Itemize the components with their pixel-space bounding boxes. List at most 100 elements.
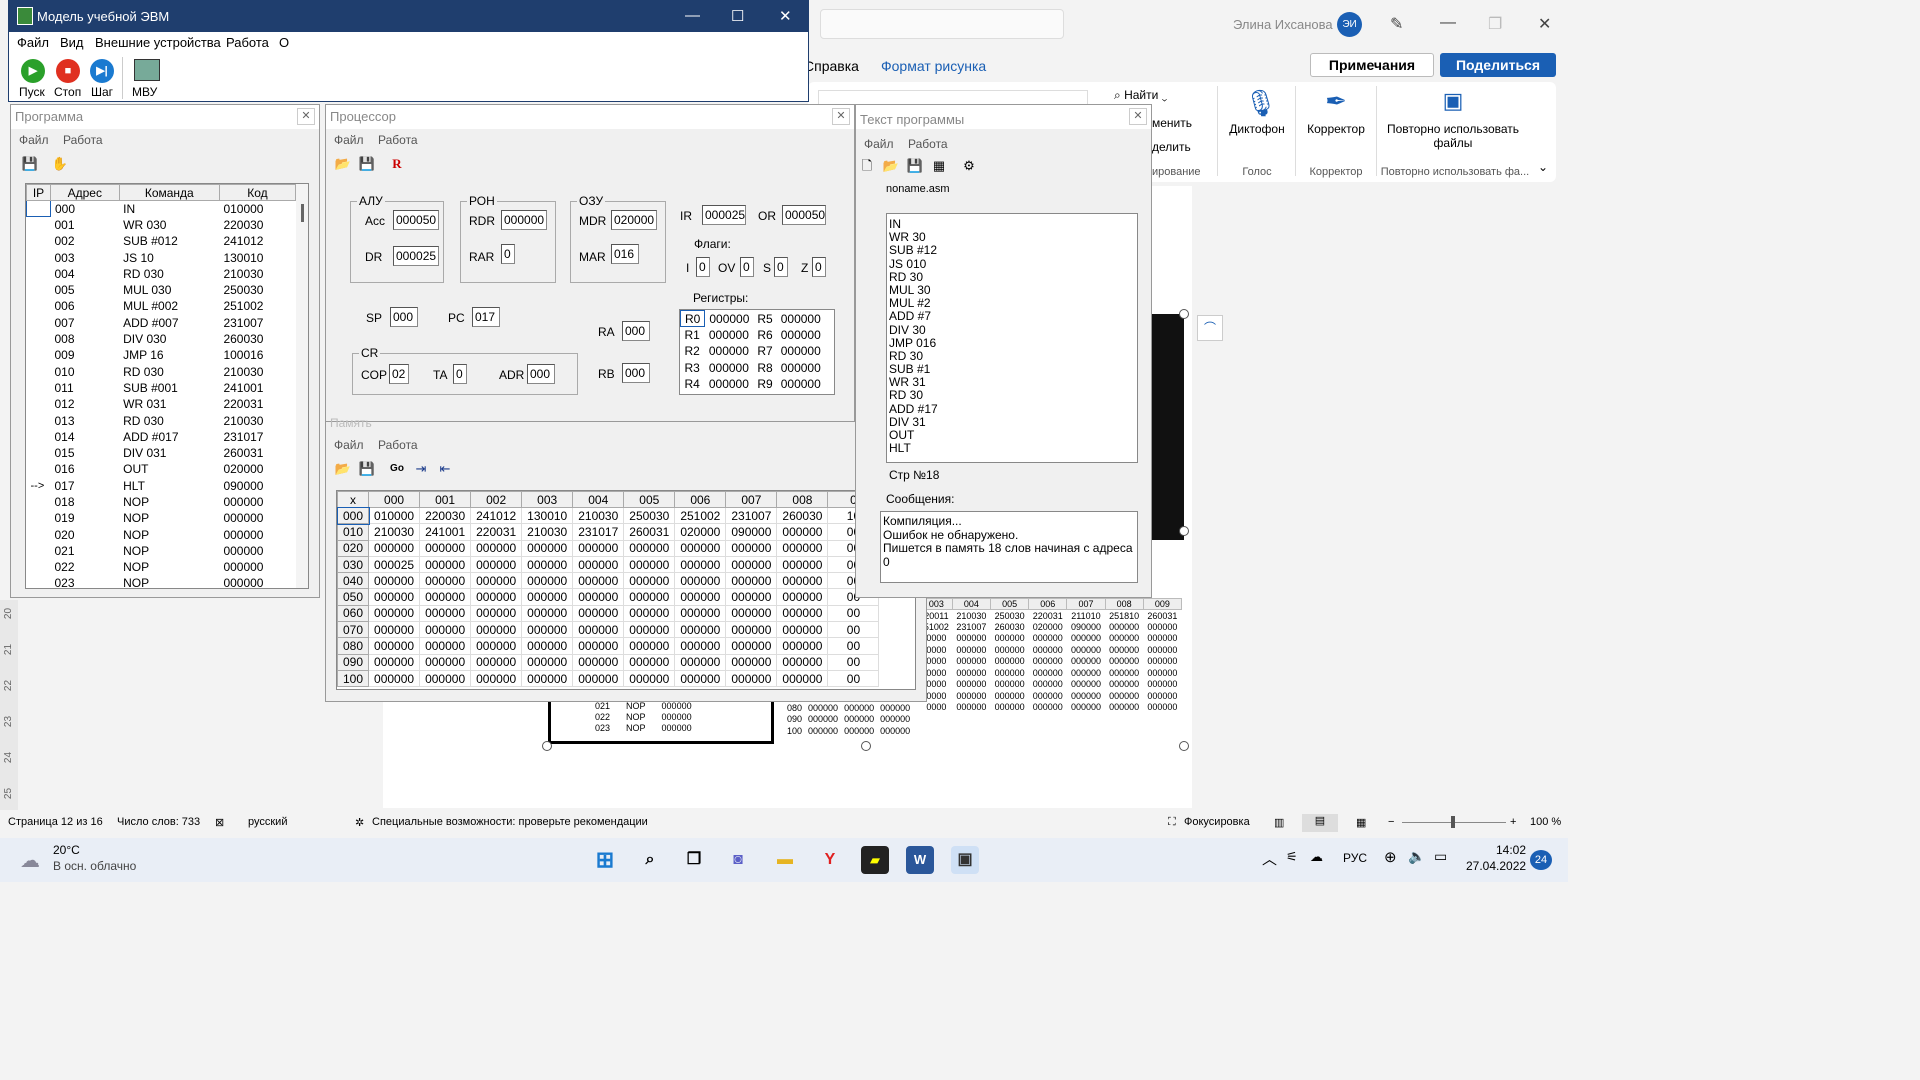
memory-cell[interactable]: 000000 xyxy=(725,653,778,671)
save-icon[interactable]: 💾 xyxy=(906,157,924,175)
flag-ov-field[interactable]: 0 xyxy=(740,257,754,277)
step-button[interactable]: Шаг xyxy=(91,85,113,99)
delete-row-icon[interactable]: ⇤ xyxy=(436,460,454,478)
ip-cell[interactable] xyxy=(27,412,51,428)
close-icon[interactable]: ✕ xyxy=(1129,108,1147,125)
acc-field[interactable]: 000050 xyxy=(393,210,439,230)
settings-sliders-icon[interactable]: ⚟ xyxy=(1286,849,1298,865)
ip-cell[interactable] xyxy=(27,217,51,233)
chevron-up-icon[interactable]: ︿ xyxy=(1262,848,1277,869)
memory-cell[interactable]: 000000 xyxy=(521,621,574,639)
weather-text[interactable]: В осн. облачно xyxy=(53,859,136,873)
ip-cell[interactable] xyxy=(27,266,51,282)
rb-field[interactable]: 000 xyxy=(622,363,650,383)
memory-cell[interactable]: 000000 xyxy=(419,539,472,557)
memory-cell[interactable]: 000000 xyxy=(776,604,829,623)
program-column-header[interactable]: Код xyxy=(218,184,297,201)
cop-field[interactable]: 02 xyxy=(389,364,409,384)
ip-cell[interactable] xyxy=(27,396,51,412)
memory-cell[interactable]: 000000 xyxy=(521,588,574,606)
ip-cell[interactable] xyxy=(27,575,51,588)
register-row[interactable]: R3 000000 R8 000000 xyxy=(681,359,825,375)
memory-cell[interactable]: 000000 xyxy=(572,604,625,623)
ip-cell[interactable] xyxy=(27,510,51,526)
reuse-files-icon[interactable]: ▣ xyxy=(1438,88,1468,114)
memory-cell[interactable]: 000000 xyxy=(776,523,829,541)
memory-cell[interactable]: 000000 xyxy=(470,555,523,574)
volume-icon[interactable]: 🔈 xyxy=(1408,848,1425,865)
ip-cell[interactable] xyxy=(27,543,51,559)
find-button[interactable]: ⌕ Найти ⌄ xyxy=(1114,88,1167,103)
memory-cell[interactable]: 000000 xyxy=(470,621,523,639)
rdr-field[interactable]: 000000 xyxy=(501,210,547,230)
memory-cell[interactable]: 000000 xyxy=(776,637,829,655)
ip-cell[interactable] xyxy=(26,199,51,218)
insert-row-icon[interactable]: ⇥ xyxy=(412,460,430,478)
memory-cell[interactable]: 000000 xyxy=(368,669,421,688)
memory-cell[interactable]: 000000 xyxy=(470,653,523,671)
memory-cell[interactable]: 000000 xyxy=(623,555,676,574)
memory-cell[interactable]: 000000 xyxy=(674,621,727,639)
close-icon[interactable]: ✕ xyxy=(1538,14,1551,34)
close-icon[interactable]: ✕ xyxy=(779,7,792,25)
mar-field[interactable]: 016 xyxy=(611,244,639,264)
editor-pen-icon[interactable]: ✒ xyxy=(1318,86,1354,117)
menu-picture-format[interactable]: Формат рисунка xyxy=(881,58,986,74)
memory-cell[interactable]: 260031 xyxy=(623,523,676,541)
table-row[interactable]: 004 RD 030 210030 xyxy=(27,266,296,282)
print-layout-icon[interactable]: ▤ xyxy=(1302,814,1338,832)
memory-cell[interactable]: 000000 xyxy=(674,588,727,606)
table-row[interactable]: 001 WR 030 220030 xyxy=(27,217,296,233)
memory-cell[interactable]: 000000 xyxy=(725,604,778,623)
memory-cell[interactable]: 000000 xyxy=(521,572,574,590)
table-row[interactable]: 002 SUB #012 241012 xyxy=(27,233,296,249)
table-row[interactable]: 015 DIV 031 260031 xyxy=(27,445,296,461)
ip-cell[interactable] xyxy=(27,363,51,379)
program-menu-file[interactable]: Файл xyxy=(19,133,49,147)
maximize-icon[interactable]: ☐ xyxy=(731,7,744,25)
table-row[interactable]: 007 ADD #007 231007 xyxy=(27,315,296,331)
memory-cell[interactable]: 000000 xyxy=(623,669,676,688)
memory-cell[interactable]: 000000 xyxy=(521,604,574,623)
resize-handle[interactable] xyxy=(542,741,552,751)
table-row[interactable]: 006 MUL #002 251002 xyxy=(27,298,296,314)
cloud-sync-icon[interactable]: ☁ xyxy=(1310,849,1323,865)
memory-cell[interactable]: 00 xyxy=(827,669,880,688)
memory-cell[interactable]: 000000 xyxy=(725,637,778,655)
clock-date[interactable]: 27.04.2022 xyxy=(1466,859,1526,873)
computer-icon[interactable] xyxy=(134,59,160,81)
menu-help[interactable]: Справка xyxy=(804,58,859,74)
zoom-in-icon[interactable]: + xyxy=(1510,816,1516,828)
save-icon[interactable]: 💾 xyxy=(21,155,39,173)
memory-cell[interactable]: 000000 xyxy=(776,621,829,639)
ta-field[interactable]: 0 xyxy=(453,364,467,384)
sp-field[interactable]: 000 xyxy=(390,307,418,327)
memory-cell[interactable]: 000000 xyxy=(725,621,778,639)
step-icon[interactable]: ▶| xyxy=(90,59,114,83)
memory-cell[interactable]: 000000 xyxy=(470,637,523,655)
memory-cell[interactable]: 000000 xyxy=(725,555,778,574)
memory-cell[interactable]: 000000 xyxy=(419,588,472,606)
ip-cell[interactable] xyxy=(27,429,51,445)
register-row[interactable]: R4 000000 R9 000000 xyxy=(681,376,825,392)
word-icon[interactable]: W xyxy=(906,846,934,874)
run-icon[interactable]: ▶ xyxy=(21,59,45,83)
language-status[interactable]: русский xyxy=(248,816,287,828)
notes-button[interactable]: Примечания xyxy=(1310,53,1434,77)
emulator-taskbar-icon[interactable]: ▣ xyxy=(951,846,979,874)
register-row[interactable]: R1 000000 R6 000000 xyxy=(681,327,825,343)
memory-cell[interactable]: 000000 xyxy=(419,555,472,574)
resize-handle[interactable] xyxy=(1179,309,1189,319)
ip-cell[interactable] xyxy=(27,233,51,249)
memory-cell[interactable]: 210030 xyxy=(572,506,625,525)
memory-cell[interactable]: 000000 xyxy=(521,555,574,574)
minimize-icon[interactable]: — xyxy=(685,7,700,24)
dictation-button[interactable]: Диктофон xyxy=(1226,122,1288,136)
memory-cell[interactable]: 000000 xyxy=(470,669,523,688)
program-scrollbar[interactable] xyxy=(296,184,308,588)
restore-icon[interactable]: ❐ xyxy=(1488,14,1502,34)
open-folder-icon[interactable]: 📂 xyxy=(882,157,900,175)
source-menu-file[interactable]: Файл xyxy=(864,137,894,151)
menu-about[interactable]: О xyxy=(279,35,289,50)
memory-cell[interactable]: 130010 xyxy=(521,506,574,525)
